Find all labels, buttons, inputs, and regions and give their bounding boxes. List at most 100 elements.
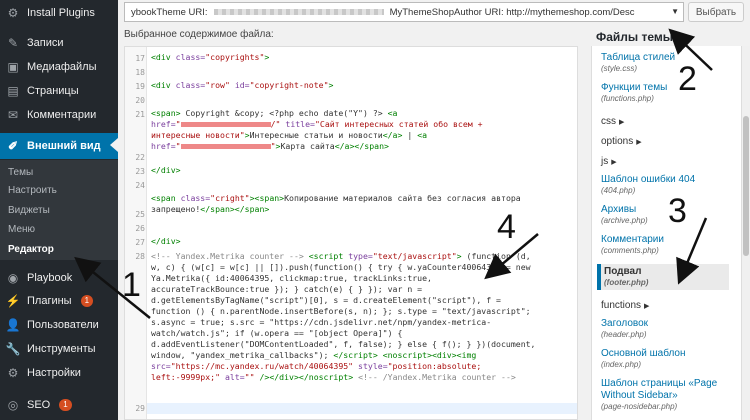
sidebar-item-label: Настройки — [27, 367, 81, 379]
sidebar-item-label: Playbook — [27, 272, 73, 284]
folder-options[interactable]: options ▶ — [601, 136, 642, 147]
file-name: Функции темы — [601, 82, 668, 93]
sidebar-item-tools[interactable]: 🔧 Инструменты — [0, 336, 118, 362]
file-link-functions[interactable]: Функции темы (functions.php) — [601, 82, 733, 104]
scrollbar-thumb[interactable] — [743, 116, 749, 256]
folder-js[interactable]: js ▶ — [601, 156, 617, 167]
sidebar-item-seo[interactable]: ◎ SEO 1 — [0, 392, 118, 418]
caret-right-icon: ▶ — [636, 139, 642, 146]
file-link-index[interactable]: Основной шаблон (index.php) — [601, 348, 733, 370]
code-line: <span> Copyright &copy; <?php echo date(… — [151, 108, 483, 151]
active-line-highlight — [147, 403, 577, 414]
file-link-comments[interactable]: Комментарии (comments.php) — [601, 234, 733, 256]
files-scrollbar[interactable] — [741, 46, 750, 420]
file-path: (index.php) — [601, 360, 642, 369]
file-path: (header.php) — [601, 330, 647, 339]
file-link-404[interactable]: Шаблон ошибки 404 (404.php) — [601, 174, 733, 196]
sidebar-item-posts[interactable]: ✎ Записи — [0, 30, 118, 56]
seo-badge: 1 — [59, 399, 72, 411]
sidebar-item-media[interactable]: ▣ Медиафайлы — [0, 54, 118, 80]
sidebar-item-label: Плагины — [27, 295, 72, 307]
media-icon: ▣ — [7, 60, 19, 74]
sidebar-item-label: Внешний вид — [27, 140, 101, 152]
file-name: Шаблон ошибки 404 — [601, 174, 696, 185]
file-path: (404.php) — [601, 186, 636, 195]
sidebar-item-plugins[interactable]: ⚡ Плагины 1 — [0, 288, 118, 314]
folder-name: functions — [601, 300, 642, 311]
code-line: <!-- Yandex.Metrika counter --> <script … — [151, 251, 536, 382]
submenu-item-menus[interactable]: Меню — [8, 224, 35, 235]
submenu-item-widgets[interactable]: Виджеты — [8, 205, 50, 216]
submenu-item-themes[interactable]: Темы — [8, 167, 33, 178]
theme-files-list: Таблица стилей (style.css) Функции темы … — [591, 46, 741, 420]
folder-name: css — [601, 116, 616, 127]
file-link-stylesheet[interactable]: Таблица стилей (style.css) — [601, 52, 733, 74]
file-path: (footer.php) — [604, 278, 649, 287]
folder-name: options — [601, 136, 634, 147]
line-number: 19 — [135, 82, 145, 91]
file-path: (functions.php) — [601, 94, 654, 103]
file-link-header[interactable]: Заголовок (header.php) — [601, 318, 733, 340]
theme-select-dropdown[interactable]: ybookTheme URI: MyThemeShopAuthor URI: h… — [124, 2, 684, 22]
appearance-submenu: Темы Настроить Виджеты Меню Редактор — [0, 160, 118, 260]
seo-icon: ◎ — [7, 398, 19, 412]
folder-name: js — [601, 156, 609, 167]
line-number: 20 — [135, 96, 145, 105]
folder-css[interactable]: css ▶ — [601, 116, 624, 127]
pages-icon: ▤ — [7, 84, 19, 98]
update-count-badge: 1 — [80, 295, 94, 307]
uri-text-start: ybookTheme URI: — [131, 6, 208, 18]
code-line: <span class="cright"><span>Копирование м… — [151, 193, 521, 214]
annotation-number-1: 1 — [122, 266, 141, 304]
sidebar-item-label: SEO — [27, 399, 51, 411]
file-name: Заголовок — [601, 318, 649, 329]
folder-functions[interactable]: functions ▶ — [601, 300, 649, 311]
line-number: 25 — [135, 210, 145, 219]
submenu-item-customize[interactable]: Настроить — [8, 185, 57, 196]
file-name: Основной шаблон — [601, 348, 686, 359]
admin-sidebar: ⚙ Install Plugins ✎ Записи ▣ Медиафайлы … — [0, 0, 118, 420]
line-number: 18 — [135, 68, 145, 77]
caret-right-icon: ▶ — [611, 159, 617, 166]
line-number: 22 — [135, 153, 145, 162]
file-path: (page-nosidebar.php) — [601, 402, 678, 411]
playbook-icon: ◉ — [7, 271, 19, 285]
sidebar-item-label: Пользователи — [27, 319, 99, 331]
plugin-icon: ⚡ — [5, 294, 21, 308]
sidebar-item-label: Install Plugins — [27, 7, 95, 19]
file-link-footer[interactable]: Подвал (footer.php) — [597, 264, 729, 290]
chevron-down-icon: ▼ — [671, 7, 679, 16]
sidebar-item-comments[interactable]: ✉ Комментарии — [0, 102, 118, 128]
pin-icon: ✎ — [7, 36, 19, 50]
sidebar-item-install-plugins[interactable]: ⚙ Install Plugins — [0, 0, 118, 26]
annotation-number-2: 2 — [678, 60, 697, 98]
sidebar-item-pages[interactable]: ▤ Страницы — [0, 78, 118, 104]
theme-select-bar: ybookTheme URI: MyThemeShopAuthor URI: h… — [118, 0, 750, 26]
file-name: Комментарии — [601, 234, 664, 245]
sidebar-item-label: Комментарии — [27, 109, 97, 121]
line-number: 24 — [135, 181, 145, 190]
sidebar-item-users[interactable]: 👤 Пользователи — [0, 312, 118, 338]
submenu-item-editor[interactable]: Редактор — [8, 244, 54, 255]
sidebar-item-label: Записи — [27, 37, 64, 49]
file-link-archive[interactable]: Архивы (archive.php) — [601, 204, 733, 226]
file-name: Шаблон страницы «Page Without Sidebar» — [601, 378, 718, 401]
line-number: 28 — [135, 252, 145, 261]
sidebar-item-label: Страницы — [27, 85, 79, 97]
code-line: </div> — [151, 165, 181, 175]
plugin-icon: ⚙ — [7, 6, 19, 20]
line-number: 26 — [135, 224, 145, 233]
select-button[interactable]: Выбрать — [688, 2, 744, 22]
sidebar-item-label: Медиафайлы — [27, 61, 97, 73]
sidebar-item-settings[interactable]: ⚙ Настройки — [0, 360, 118, 386]
annotation-number-4: 4 — [497, 208, 516, 246]
sidebar-item-appearance[interactable]: ✐ Внешний вид — [0, 133, 118, 159]
file-name: Таблица стилей — [601, 52, 676, 63]
annotation-number-3: 3 — [668, 192, 687, 230]
line-number: 29 — [135, 404, 145, 413]
caret-right-icon: ▶ — [619, 119, 625, 126]
file-path: (comments.php) — [601, 246, 659, 255]
editor-label: Выбранное содержимое файла: — [124, 29, 274, 40]
file-link-page-nosidebar[interactable]: Шаблон страницы «Page Without Sidebar» (… — [601, 378, 733, 412]
uri-text-end: MyThemeShopAuthor URI: http://mythemesho… — [389, 6, 635, 18]
